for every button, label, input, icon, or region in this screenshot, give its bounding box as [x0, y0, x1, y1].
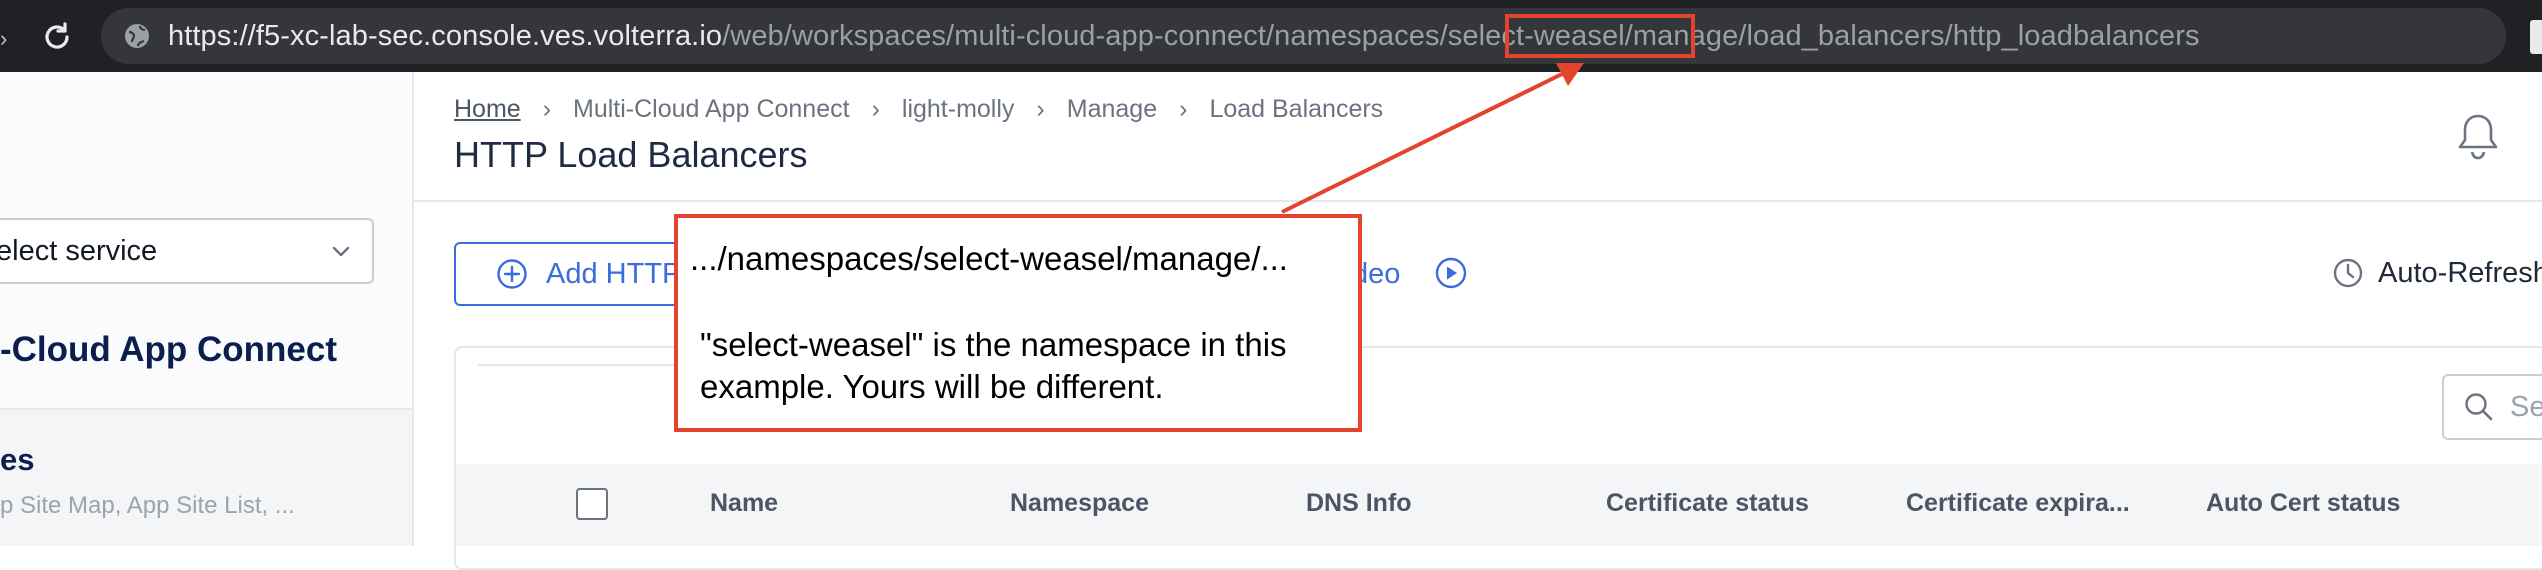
forward-icon[interactable]: › — [0, 26, 12, 51]
url-path-suffix: /manage/load_balancers/http_loadbalancer… — [1624, 20, 2200, 52]
search-placeholder: Se — [2510, 391, 2542, 423]
search-icon — [2465, 393, 2493, 421]
breadcrumb-workspace[interactable]: Multi-Cloud App Connect — [573, 95, 850, 124]
chevron-right-icon: › — [871, 94, 880, 123]
bell-icon[interactable] — [2452, 110, 2504, 164]
search-input[interactable]: Se — [2442, 374, 2542, 440]
url-text[interactable]: https://f5-xc-lab-sec.console.ves.volter… — [168, 8, 2200, 64]
page-title: HTTP Load Balancers — [454, 134, 808, 175]
workspace-title: -Cloud App Connect — [0, 330, 337, 369]
address-bar[interactable]: https://f5-xc-lab-sec.console.ves.volter… — [101, 8, 2506, 64]
auto-refresh-toggle[interactable]: Auto-Refresh — [2378, 254, 2542, 292]
annotation-callout: .../namespaces/select-weasel/manage/... … — [674, 214, 1362, 432]
clock-icon — [2333, 258, 2363, 288]
breadcrumb-namespace[interactable]: light-molly — [902, 95, 1015, 124]
add-button-label: Add HTTP — [546, 258, 682, 290]
chevron-right-icon: › — [1036, 94, 1045, 123]
column-header-auto-cert-status[interactable]: Auto Cert status — [2206, 488, 2400, 518]
column-header-dns-info[interactable]: DNS Info — [1306, 488, 1412, 518]
sidebar-item-description: p Site Map, App Site List, ... — [0, 492, 295, 519]
breadcrumb-home[interactable]: Home — [454, 95, 521, 124]
column-header-namespace[interactable]: Namespace — [1010, 488, 1149, 518]
column-header-certificate-status[interactable]: Certificate status — [1606, 488, 1809, 518]
column-header-certificate-expiration[interactable]: Certificate expira... — [1906, 488, 2130, 518]
card-tab-divider — [478, 364, 698, 366]
add-circle-icon — [497, 259, 527, 289]
breadcrumb-manage[interactable]: Manage — [1067, 95, 1157, 124]
column-header-name[interactable]: Name — [710, 488, 778, 518]
play-icon[interactable] — [1434, 256, 1468, 290]
callout-url-snippet: .../namespaces/select-weasel/manage/... — [690, 240, 1288, 277]
sidebar: elect service -Cloud App Connect es p Si… — [0, 72, 414, 546]
service-select-label: elect service — [0, 235, 158, 267]
profile-edge[interactable] — [2530, 20, 2542, 54]
chevron-right-icon: › — [542, 94, 552, 123]
url-path-prefix: /web/workspaces/multi-cloud-app-connect/… — [722, 20, 1448, 52]
select-all-checkbox[interactable] — [576, 488, 608, 520]
header-divider — [414, 200, 2542, 202]
sidebar-item-sites[interactable] — [0, 410, 412, 546]
reload-icon[interactable] — [38, 18, 76, 56]
breadcrumb: Home › Multi-Cloud App Connect › light-m… — [454, 94, 1383, 124]
breadcrumb-load-balancers: Load Balancers — [1209, 94, 1384, 123]
service-select[interactable]: elect service — [0, 218, 374, 284]
chevron-right-icon: › — [1179, 94, 1188, 123]
site-info-icon[interactable] — [123, 22, 151, 50]
url-host: https://f5-xc-lab-sec.console.ves.volter… — [168, 20, 723, 52]
chevron-down-icon — [332, 246, 350, 257]
browser-toolbar: › https://f5-xc-lab-sec.console.ves.volt… — [0, 0, 2542, 72]
sidebar-item-label[interactable]: es — [0, 442, 34, 478]
namespace-highlight-box — [1505, 14, 1695, 58]
callout-explanation: "select-weasel" is the namespace in this… — [700, 326, 1287, 405]
